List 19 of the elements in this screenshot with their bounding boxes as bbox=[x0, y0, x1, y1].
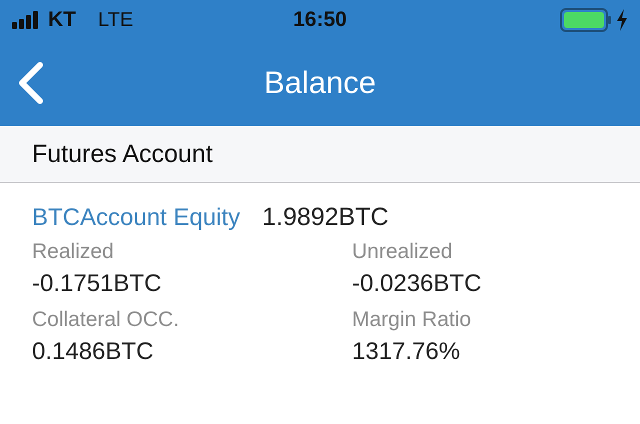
stat-value: -0.1751BTC bbox=[32, 270, 162, 298]
stat-label: Collateral OCC. bbox=[32, 308, 180, 332]
signal-icon bbox=[12, 11, 40, 29]
equity-label: BTCAccount Equity bbox=[32, 204, 240, 232]
stat-value: 0.1486BTC bbox=[32, 338, 154, 366]
stat-label: Realized bbox=[32, 240, 115, 264]
section-title: Futures Account bbox=[32, 140, 213, 168]
carrier-name: KT bbox=[48, 8, 76, 32]
equity-value: 1.9892BTC bbox=[262, 203, 389, 232]
stat-value: -0.0236BTC bbox=[352, 270, 482, 298]
stat-label: Unrealized bbox=[352, 240, 454, 264]
battery-icon bbox=[560, 8, 612, 32]
clock-time: 16:50 bbox=[292, 8, 348, 32]
back-chevron-icon[interactable] bbox=[16, 61, 46, 105]
stat-label: Margin Ratio bbox=[352, 308, 472, 332]
screen-title: Balance bbox=[264, 65, 376, 100]
network-type: LTE bbox=[98, 8, 134, 32]
stat-value: 1317.76% bbox=[352, 338, 462, 366]
charging-bolt-icon bbox=[616, 9, 628, 31]
